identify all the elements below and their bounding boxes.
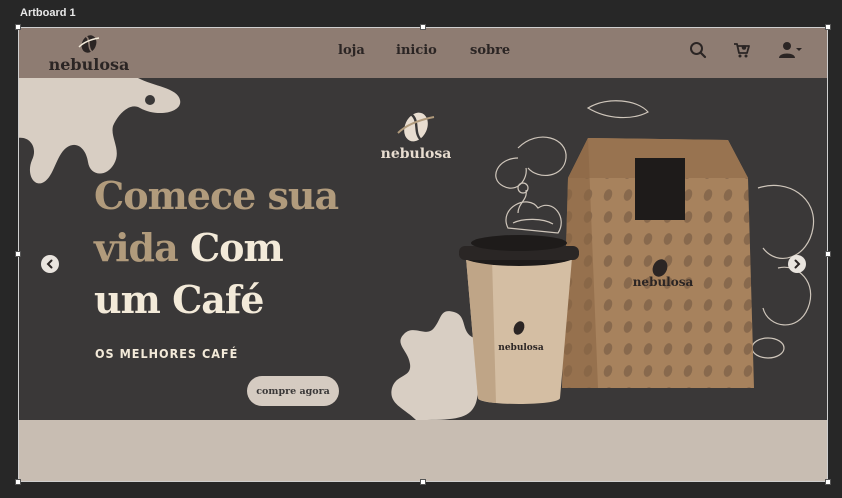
brand-name: nebulosa bbox=[48, 55, 130, 74]
hero-logo-text: nebulosa bbox=[380, 146, 452, 162]
resize-handle-ne[interactable] bbox=[825, 24, 831, 30]
resize-handle-s[interactable] bbox=[420, 479, 426, 485]
carousel-prev-button[interactable] bbox=[41, 255, 59, 273]
resize-handle-se[interactable] bbox=[825, 479, 831, 485]
headline-line-1: Comece sua bbox=[94, 173, 339, 218]
resize-handle-w[interactable] bbox=[15, 251, 21, 257]
site-header: nebulosa loja inicio sobre bbox=[18, 27, 828, 78]
footer-band bbox=[18, 420, 828, 482]
brand-logo[interactable]: nebulosa bbox=[45, 33, 133, 74]
nav-item-loja[interactable]: loja bbox=[338, 43, 365, 58]
artboard-frame: nebulosa loja inicio sobre nebulosa nebu… bbox=[18, 27, 828, 482]
nav-item-inicio[interactable]: inicio bbox=[396, 43, 437, 58]
headline-line-2b: Com bbox=[189, 225, 284, 270]
resize-handle-e[interactable] bbox=[825, 251, 831, 257]
hero-subtitle: OS MELHORES CAFÉ bbox=[95, 346, 239, 361]
nav-item-sobre[interactable]: sobre bbox=[470, 43, 510, 58]
chevron-right-icon bbox=[794, 259, 801, 269]
resize-handle-n[interactable] bbox=[420, 24, 426, 30]
chevron-left-icon bbox=[46, 259, 53, 269]
resize-handle-sw[interactable] bbox=[15, 479, 21, 485]
hero-banner: nebulosa nebulosa nebulosa Comece sua vi… bbox=[18, 78, 828, 420]
carousel-next-button[interactable] bbox=[788, 255, 806, 273]
cart-icon[interactable] bbox=[733, 41, 751, 59]
coffee-bean-icon bbox=[78, 35, 100, 53]
headline-line-3: um Café bbox=[94, 277, 264, 322]
coffee-bag-image bbox=[562, 138, 754, 388]
cup-brand-label: nebulosa bbox=[498, 343, 544, 353]
search-icon[interactable] bbox=[689, 41, 707, 59]
coffee-cup-image bbox=[459, 235, 579, 404]
user-icon[interactable] bbox=[779, 41, 803, 59]
buy-now-button[interactable]: compre agora bbox=[247, 376, 339, 406]
hero-logo: nebulosa bbox=[376, 108, 456, 164]
resize-handle-nw[interactable] bbox=[15, 24, 21, 30]
hero-headline: Comece sua vida Com um Café bbox=[94, 170, 414, 326]
coffee-bean-icon bbox=[397, 112, 435, 142]
bag-brand-label: nebulosa bbox=[632, 275, 694, 289]
headline-line-2a: vida bbox=[94, 225, 190, 270]
artboard-label: Artboard 1 bbox=[20, 7, 76, 19]
